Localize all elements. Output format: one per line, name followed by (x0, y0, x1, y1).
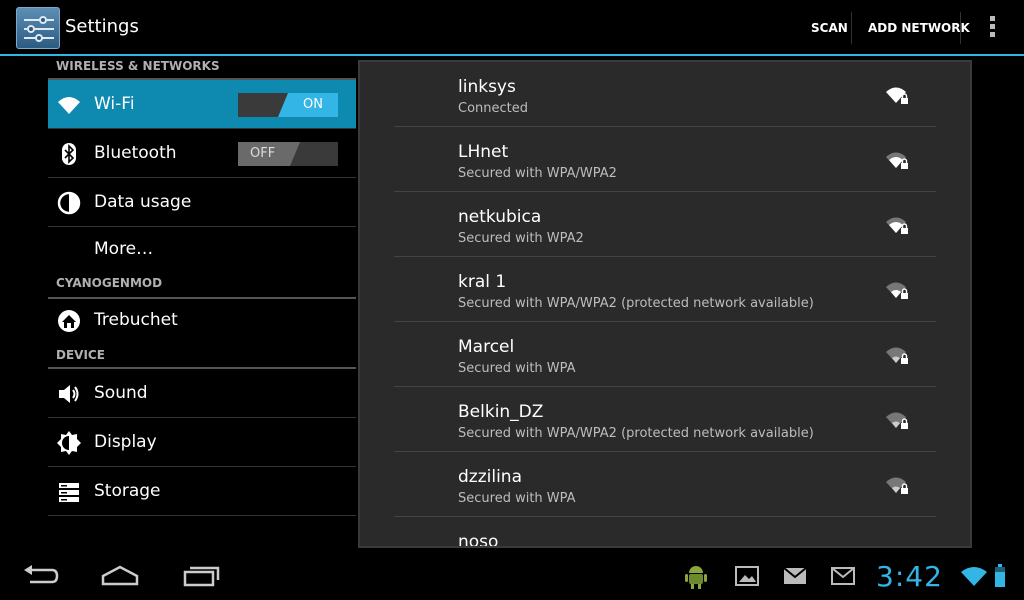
settings-list: WIRELESS & NETWORKS Wi-Fi ON Bluetooth O… (48, 58, 356, 550)
gallery-notification-icon[interactable] (735, 566, 759, 586)
network-status: Connected (458, 101, 529, 116)
network-name: Belkin_DZ (458, 402, 544, 422)
bluetooth-toggle-label: OFF (250, 146, 276, 161)
network-status: Secured with WPA/WPA2 (458, 166, 617, 181)
data-usage-icon (57, 191, 81, 215)
settings-item-label: Sound (94, 383, 148, 403)
network-item[interactable]: linksys Connected (394, 62, 936, 127)
network-name: LHnet (458, 142, 509, 162)
settings-item-bluetooth[interactable]: Bluetooth OFF (48, 129, 356, 178)
settings-item-label: Bluetooth (94, 143, 177, 163)
overflow-menu-icon[interactable] (984, 16, 1000, 40)
network-item[interactable]: LHnet Secured with WPA/WPA2 (394, 127, 936, 192)
clock[interactable]: 3:42 (876, 560, 943, 593)
settings-item-label: Display (94, 432, 157, 452)
network-item[interactable]: Marcel Secured with WPA (394, 322, 936, 387)
settings-item-trebuchet[interactable]: Trebuchet (48, 299, 356, 343)
app-title: Settings (65, 16, 139, 37)
network-name: kral 1 (458, 272, 507, 292)
network-name: noso (458, 532, 499, 548)
wifi-lock-signal-icon (886, 282, 908, 299)
network-item[interactable]: dzzilina Secured with WPA (394, 452, 936, 517)
battery-icon (995, 564, 1005, 587)
storage-icon (59, 483, 79, 502)
network-item[interactable]: Belkin_DZ Secured with WPA/WPA2 (protect… (394, 387, 936, 452)
display-icon (57, 431, 81, 455)
wifi-toggle[interactable]: ON (238, 93, 338, 117)
network-status: Secured with WPA/WPA2 (protected network… (458, 296, 814, 311)
mail-notification-icon[interactable] (783, 567, 807, 585)
settings-item-display[interactable]: Display (48, 418, 356, 467)
network-status: Secured with WPA/WPA2 (protected network… (458, 426, 814, 441)
network-status: Secured with WPA2 (458, 231, 584, 246)
network-name: netkubica (458, 207, 542, 227)
settings-item-label: Trebuchet (94, 310, 178, 330)
settings-app-icon[interactable] (16, 7, 60, 49)
network-item[interactable]: noso (394, 517, 936, 548)
settings-item-sound[interactable]: Sound (48, 369, 356, 418)
wifi-lock-signal-icon (886, 217, 908, 234)
action-bar: Settings SCAN ADD NETWORK (0, 0, 1024, 56)
settings-item-label: Wi-Fi (94, 94, 135, 114)
settings-item-data-usage[interactable]: Data usage (48, 178, 356, 227)
settings-item-wifi[interactable]: Wi-Fi ON (48, 80, 356, 129)
settings-item-more[interactable]: More… (48, 227, 356, 271)
wifi-lock-signal-icon (886, 152, 908, 169)
wifi-lock-signal-icon (886, 477, 908, 494)
system-bar: 3:42 (0, 550, 1024, 600)
network-item[interactable]: kral 1 Secured with WPA/WPA2 (protected … (394, 257, 936, 322)
settings-item-label: More… (94, 239, 154, 259)
add-network-button[interactable]: ADD NETWORK (851, 12, 986, 44)
network-name: dzzilina (458, 467, 522, 487)
bluetooth-toggle[interactable]: OFF (238, 142, 338, 166)
settings-item-label: Storage (94, 481, 161, 501)
section-header-cyanogenmod: CYANOGENMOD (48, 275, 356, 299)
trebuchet-icon (58, 310, 80, 332)
wifi-toggle-label: ON (303, 97, 323, 112)
settings-item-storage[interactable]: Storage (48, 467, 356, 516)
wifi-lock-signal-icon (886, 412, 908, 429)
network-item[interactable]: netkubica Secured with WPA2 (394, 192, 936, 257)
network-name: Marcel (458, 337, 515, 357)
wifi-icon (58, 97, 80, 114)
android-robot-icon[interactable] (684, 564, 708, 590)
action-separator (960, 12, 961, 44)
home-button-icon[interactable] (100, 562, 140, 588)
network-status: Secured with WPA (458, 361, 576, 376)
wifi-network-list: linksys Connected LHnet Secured with WPA… (358, 60, 972, 548)
wifi-status-icon (961, 567, 987, 586)
wifi-lock-signal-icon (886, 347, 908, 364)
back-button-icon[interactable] (20, 562, 60, 588)
section-header-wireless: WIRELESS & NETWORKS (48, 58, 356, 80)
section-header-device: DEVICE (48, 343, 356, 369)
sound-icon (59, 385, 79, 403)
recent-apps-button-icon[interactable] (182, 562, 222, 588)
gmail-notification-icon[interactable] (831, 567, 855, 585)
bluetooth-icon (62, 143, 76, 165)
network-name: linksys (458, 77, 516, 97)
wifi-lock-signal-icon (886, 87, 908, 104)
network-status: Secured with WPA (458, 491, 576, 506)
settings-item-label: Data usage (94, 192, 192, 212)
